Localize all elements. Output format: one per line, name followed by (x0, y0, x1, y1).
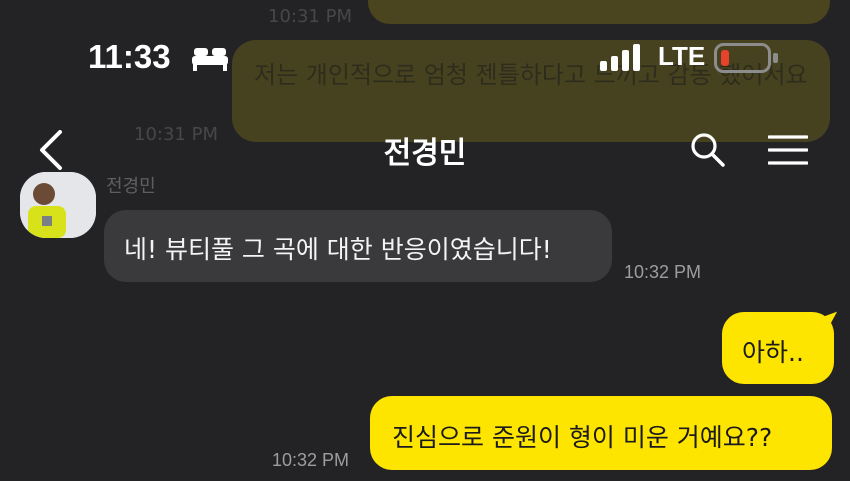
avatar[interactable] (20, 172, 96, 238)
message-timestamp: 10:32 PM (272, 450, 350, 470)
message-timestamp: 10:32 PM (624, 262, 702, 282)
outgoing-message-text: 진심으로 준원이 형이 미운 거예요?? (392, 423, 773, 452)
status-time: 11:33 (88, 38, 171, 75)
network-type: LTE (658, 41, 706, 71)
incoming-message-bubble[interactable]: 네! 뷰티풀 그 곡에 대한 반응이였습니다! (104, 210, 612, 282)
avatar-image (20, 172, 96, 238)
search-icon[interactable] (690, 132, 726, 168)
ghost-sender-name: 전경민 (106, 176, 156, 197)
ghost-timestamp: 10:31 PM (268, 6, 352, 27)
battery-icon (714, 43, 778, 73)
ghost-bubble (368, 0, 830, 24)
signal-strength-icon (600, 44, 640, 71)
sleep-focus-icon (192, 48, 228, 71)
bubble-tail (822, 311, 842, 331)
incoming-message-text: 네! 뷰티풀 그 곡에 대한 반응이였습니다! (124, 235, 552, 264)
outgoing-message-text: 아하.. (742, 338, 804, 367)
outgoing-message-bubble[interactable]: 아하.. (722, 311, 842, 384)
menu-icon[interactable] (768, 134, 808, 166)
outgoing-message-bubble[interactable]: 진심으로 준원이 형이 미운 거예요?? (370, 396, 832, 470)
